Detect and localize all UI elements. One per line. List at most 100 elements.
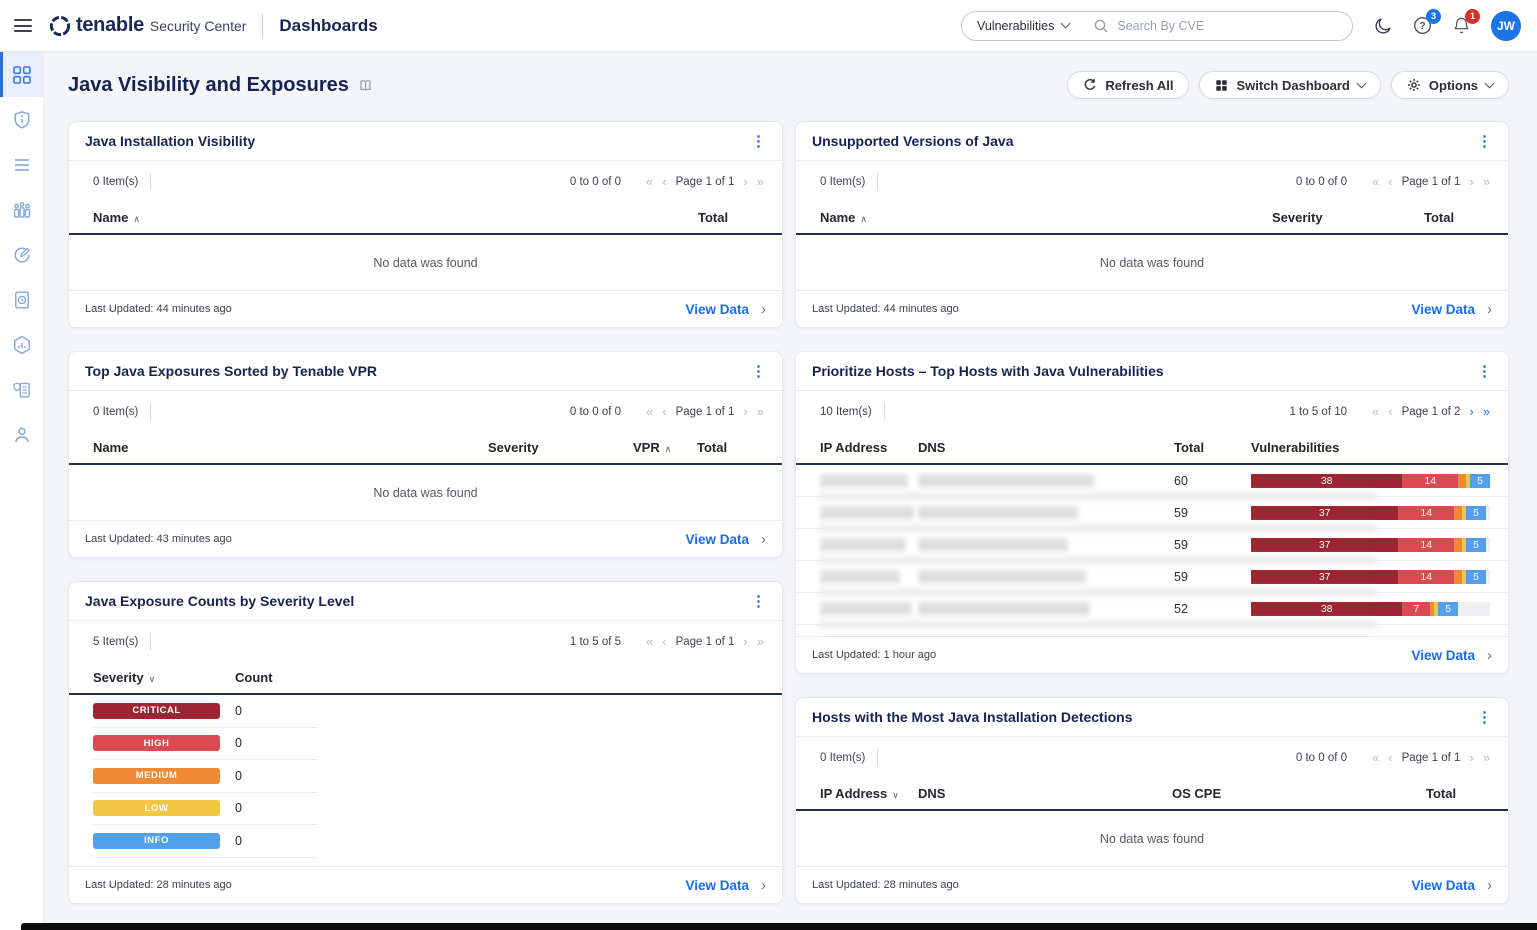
card-menu-kebab-icon[interactable]: ⋮ [1477,134,1492,149]
view-data-link[interactable]: View Data › [685,302,766,317]
prev-page-icon[interactable]: ‹ [662,175,666,188]
first-page-icon[interactable]: « [1372,175,1379,188]
first-page-icon[interactable]: « [646,635,653,648]
sidebar-item-hexagon-chart[interactable] [0,322,43,367]
column-header-dns[interactable]: DNS [918,786,1172,801]
view-data-link[interactable]: View Data › [1411,878,1492,893]
view-data-link[interactable]: View Data › [1411,302,1492,317]
host-row[interactable]: 52 3875 [796,593,1508,625]
book-icon[interactable] [358,78,373,93]
view-data-link[interactable]: View Data › [1411,648,1492,663]
sidebar-item-dashboards[interactable] [0,52,43,97]
host-row[interactable]: 59 37145 [796,497,1508,529]
dark-mode-toggle[interactable] [1373,16,1393,36]
view-data-link[interactable]: View Data › [685,532,766,547]
host-row[interactable]: 59 37145 [796,529,1508,561]
column-header-ip-address[interactable]: IP Address∨ [820,786,918,801]
search-scope-select[interactable]: Vulnerabilities [962,12,1081,40]
column-header-count[interactable]: Count [235,670,758,685]
header-right: Vulnerabilities ? 3 1 JW [961,11,1521,41]
column-header-total[interactable]: Total [1174,440,1251,455]
help-button[interactable]: ? 3 [1413,16,1432,35]
card-title: Top Java Exposures Sorted by Tenable VPR [85,363,377,379]
column-header-total[interactable]: Total [1424,210,1484,225]
card-menu-kebab-icon[interactable]: ⋮ [751,364,766,379]
sidebar-item-people[interactable] [0,187,43,232]
chevron-down-icon [1485,79,1495,89]
next-page-icon[interactable]: › [743,405,747,418]
last-page-icon[interactable]: » [1483,175,1490,188]
hamburger-menu-icon[interactable] [14,19,32,32]
next-page-icon[interactable]: › [1469,405,1473,418]
column-header-severity[interactable]: Severity [488,440,633,455]
user-avatar[interactable]: JW [1491,11,1521,41]
next-page-icon[interactable]: › [743,635,747,648]
sidebar-item-scan[interactable] [0,232,43,277]
column-header-os-cpe[interactable]: OS CPE [1172,786,1426,801]
prev-page-icon[interactable]: ‹ [662,635,666,648]
options-button[interactable]: Options [1391,71,1509,99]
sidebar-item-list[interactable] [0,142,43,187]
column-header-vpr[interactable]: VPR∧ [633,440,697,455]
page-label: Page 1 of 1 [676,636,735,648]
column-header-name[interactable]: Name∧ [820,210,1272,225]
prev-page-icon[interactable]: ‹ [1388,175,1392,188]
sidebar-item-shield-document[interactable] [0,367,43,412]
refresh-all-button[interactable]: Refresh All [1067,71,1189,99]
search-input[interactable] [1117,19,1347,33]
redacted-ip [820,474,908,487]
document-clock-icon [12,290,32,310]
prev-page-icon[interactable]: ‹ [1388,751,1392,764]
next-page-icon[interactable]: › [743,175,747,188]
switch-dashboard-button[interactable]: Switch Dashboard [1199,71,1380,99]
next-page-icon[interactable]: › [1469,175,1473,188]
header-page-title: Dashboards [279,16,377,36]
empty-state: No data was found [796,235,1508,290]
severity-row[interactable]: HIGH 0 [93,728,317,761]
sidebar-item-shield-info[interactable] [0,97,43,142]
column-header-ip-address[interactable]: IP Address [820,440,918,455]
severity-row[interactable]: INFO 0 [93,825,317,858]
column-header-name[interactable]: Name [93,440,488,455]
first-page-icon[interactable]: « [646,175,653,188]
column-header-dns[interactable]: DNS [918,440,1174,455]
severity-row[interactable]: MEDIUM 0 [93,760,317,793]
sidebar-item-report[interactable] [0,277,43,322]
sidebar-item-user[interactable] [0,412,43,457]
view-data-link[interactable]: View Data › [685,878,766,893]
last-page-icon[interactable]: » [1483,405,1490,418]
empty-state: No data was found [69,465,782,520]
first-page-icon[interactable]: « [646,405,653,418]
notifications-button[interactable]: 1 [1452,16,1471,35]
column-header-severity[interactable]: Severity∨ [93,670,235,685]
first-page-icon[interactable]: « [1372,751,1379,764]
last-page-icon[interactable]: » [757,405,764,418]
severity-row[interactable]: CRITICAL 0 [93,695,317,728]
items-count: 0 Item(s) [93,176,138,188]
page-label: Page 1 of 2 [1402,406,1461,418]
host-row[interactable]: 59 37145 [796,561,1508,593]
prev-page-icon[interactable]: ‹ [662,405,666,418]
prev-page-icon[interactable]: ‹ [1388,405,1392,418]
column-header-total[interactable]: Total [697,440,758,455]
last-page-icon[interactable]: » [1483,751,1490,764]
first-page-icon[interactable]: « [1372,405,1379,418]
next-page-icon[interactable]: › [1469,751,1473,764]
severity-row[interactable]: LOW 0 [93,793,317,826]
column-header-total[interactable]: Total [1426,786,1486,801]
column-header-name[interactable]: Name∧ [93,210,698,225]
last-page-icon[interactable]: » [757,175,764,188]
last-page-icon[interactable]: » [757,635,764,648]
header-left: tenable Security Center Dashboards [14,14,378,38]
card-menu-kebab-icon[interactable]: ⋮ [751,134,766,149]
column-header-total[interactable]: Total [698,210,758,225]
host-row[interactable]: 60 38145 [796,465,1508,497]
redacted-ip [820,538,906,551]
card-menu-kebab-icon[interactable]: ⋮ [1477,364,1492,379]
card-menu-kebab-icon[interactable]: ⋮ [1477,710,1492,725]
severity-badge-medium: MEDIUM [93,768,220,784]
severity-count: 0 [235,801,317,815]
card-menu-kebab-icon[interactable]: ⋮ [751,594,766,609]
column-header-severity[interactable]: Severity [1272,210,1424,225]
chevron-down-icon [1356,79,1366,89]
